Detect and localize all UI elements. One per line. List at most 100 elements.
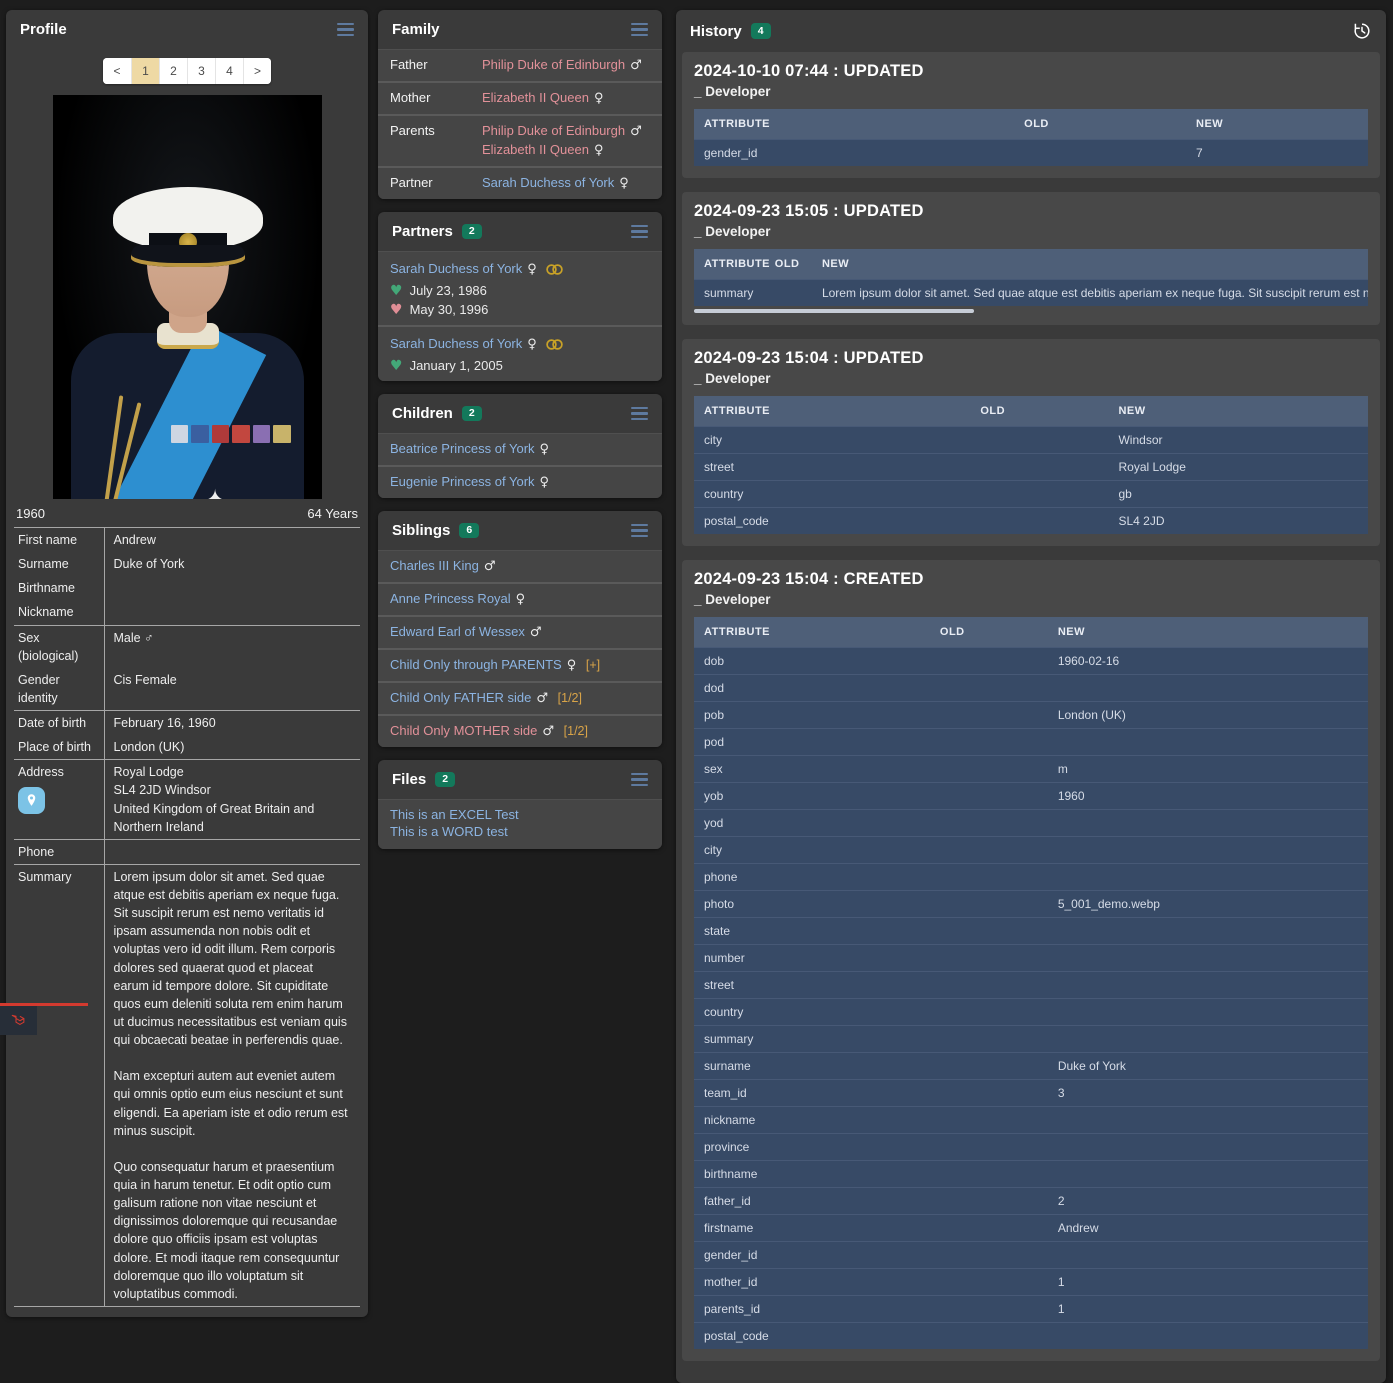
pagination-page-button[interactable]: 4	[215, 58, 243, 84]
file-link[interactable]: This is a WORD test	[390, 823, 650, 840]
cell-old	[930, 837, 1048, 864]
pagination-prev-button[interactable]: <	[103, 58, 131, 84]
horizontal-scrollbar[interactable]	[694, 309, 974, 313]
cell-attribute: birthname	[694, 1161, 930, 1188]
profile-detail-row: Date of birth February 16, 1960	[14, 711, 360, 736]
history-entry-heading: 2024-10-10 07:44 : UPDATED	[694, 62, 1368, 81]
person-link[interactable]: Edward Earl of Wessex♂	[390, 624, 542, 639]
cell-new: 3	[1048, 1080, 1368, 1107]
profile-detail-row: Birthname	[14, 576, 360, 600]
person-link[interactable]: Child Only MOTHER side♂	[390, 723, 558, 738]
person-link[interactable]: Charles III King♂	[390, 558, 496, 573]
cell-attribute: gender_id	[694, 140, 1014, 167]
history-table-header-row: ATTRIBUTE OLD NEW	[694, 249, 1368, 280]
map-pin-button[interactable]	[18, 787, 45, 814]
person-link[interactable]: Sarah Duchess of York♀	[390, 261, 540, 276]
person-link[interactable]: Sarah Duchess of York♀	[482, 174, 650, 193]
history-table-row: parents_id 1	[694, 1296, 1368, 1323]
cell-attribute: team_id	[694, 1080, 930, 1107]
cell-new	[1048, 810, 1368, 837]
family-panel-title: Family	[392, 21, 440, 38]
debugbar	[0, 1003, 88, 1035]
pagination-page-button[interactable]: 2	[159, 58, 187, 84]
profile-details-table: First name Andrew Surname	[14, 527, 360, 1307]
marriage-heart-icon: ♥	[390, 284, 403, 298]
person-link[interactable]: Philip Duke of Edinburgh♂	[482, 56, 650, 75]
history-table-row: nickname	[694, 1107, 1368, 1134]
cell-attribute: pod	[694, 729, 930, 756]
sibling-item: Anne Princess Royal♀	[378, 582, 662, 615]
marriage-rings-icon	[546, 263, 563, 278]
cell-new: 1	[1048, 1269, 1368, 1296]
person-link[interactable]: Sarah Duchess of York♀	[390, 336, 540, 351]
pagination-pages: 1234	[131, 58, 243, 84]
person-link[interactable]: Eugenie Princess of York♀	[390, 474, 549, 489]
cell-attribute: postal_code	[694, 1323, 930, 1350]
cell-attribute: surname	[694, 1053, 930, 1080]
partners-menu-icon[interactable]	[631, 225, 648, 239]
history-table-header-row: ATTRIBUTE OLD NEW	[694, 396, 1368, 427]
history-table-row: country	[694, 999, 1368, 1026]
cell-new	[1048, 837, 1368, 864]
family-row-people: Philip Duke of Edinburgh♂ Elizabeth II Q…	[482, 122, 650, 160]
siblings-menu-icon[interactable]	[631, 524, 648, 538]
person-link[interactable]: Beatrice Princess of York♀	[390, 441, 549, 456]
cell-new: 2	[1048, 1188, 1368, 1215]
family-rows: Father Philip Duke of Edinburgh♂ Mother …	[378, 49, 662, 199]
history-entry-user: _ Developer	[694, 224, 1368, 239]
profile-photo[interactable]: ✦	[53, 95, 322, 499]
profile-detail-row: Summary Lorem ipsum dolor sit amet. Sed …	[14, 864, 360, 1306]
person-link[interactable]: Anne Princess Royal♀	[390, 591, 525, 606]
history-table-rows: summary Lorem ipsum dolor sit amet. Sed …	[694, 280, 1368, 307]
history-entry: 2024-09-23 15:05 : UPDATED _ Developer A…	[682, 192, 1380, 325]
child-item: Eugenie Princess of York♀	[378, 465, 662, 498]
children-menu-icon[interactable]	[631, 407, 648, 421]
history-table: ATTRIBUTE OLD NEW city Windsor street	[694, 396, 1368, 534]
cell-new	[1048, 999, 1368, 1026]
history-restore-icon[interactable]	[1352, 21, 1372, 41]
laravel-debugbar-icon[interactable]	[0, 1006, 37, 1035]
partner-event: ♥ May 30, 1996	[390, 302, 650, 317]
cell-new: SL4 2JD	[1108, 508, 1368, 535]
family-row: Parents Philip Duke of Edinburgh♂ Elizab…	[378, 114, 662, 166]
female-icon: ♀	[540, 475, 550, 490]
family-menu-icon[interactable]	[631, 23, 648, 37]
history-table-row: pod	[694, 729, 1368, 756]
history-table-row: street	[694, 972, 1368, 999]
person-link[interactable]: Child Only FATHER side♂	[390, 690, 552, 705]
pagination-next-button[interactable]: >	[243, 58, 271, 84]
cell-attribute: city	[694, 837, 930, 864]
page-layout: Profile < 1234 > ✦	[0, 0, 1393, 1383]
pagination-page-button[interactable]: 1	[131, 58, 159, 84]
pagination-page-button[interactable]: 3	[187, 58, 215, 84]
relation-tag: [1/2]	[564, 724, 588, 738]
history-panel-header: History 4	[676, 10, 1386, 52]
detail-value: Cis Female	[104, 668, 360, 711]
file-link[interactable]: This is an EXCEL Test	[390, 806, 650, 823]
cell-old	[930, 729, 1048, 756]
history-panel: History 4 2024-10-10 07:44 : UPDATED _ D…	[676, 10, 1386, 1383]
person-link[interactable]: Elizabeth II Queen♀	[482, 141, 650, 160]
history-entry-user: _ Developer	[694, 592, 1368, 607]
person-link[interactable]: Philip Duke of Edinburgh♂	[482, 122, 650, 141]
cell-old	[970, 454, 1108, 481]
children-panel-title: Children	[392, 405, 453, 422]
cell-attribute: number	[694, 945, 930, 972]
profile-menu-icon[interactable]	[337, 23, 354, 37]
column-old: OLD	[1014, 109, 1186, 140]
cell-attribute: yod	[694, 810, 930, 837]
sibling-item: Child Only through PARENTS♀ [+]	[378, 648, 662, 681]
history-table-row: mother_id 1	[694, 1269, 1368, 1296]
cell-attribute: country	[694, 999, 930, 1026]
cell-new: m	[1048, 756, 1368, 783]
cell-attribute: province	[694, 1134, 930, 1161]
history-table-rows: city Windsor street Royal Lodge country …	[694, 427, 1368, 535]
files-menu-icon[interactable]	[631, 773, 648, 787]
cell-attribute: country	[694, 481, 970, 508]
partner-event-date: July 23, 1986	[410, 283, 487, 298]
person-link[interactable]: Child Only through PARENTS♀	[390, 657, 580, 672]
cell-new	[1048, 729, 1368, 756]
cell-new: 7	[1186, 140, 1368, 167]
person-link[interactable]: Elizabeth II Queen♀	[482, 89, 650, 108]
files-panel-title: Files	[392, 771, 426, 788]
